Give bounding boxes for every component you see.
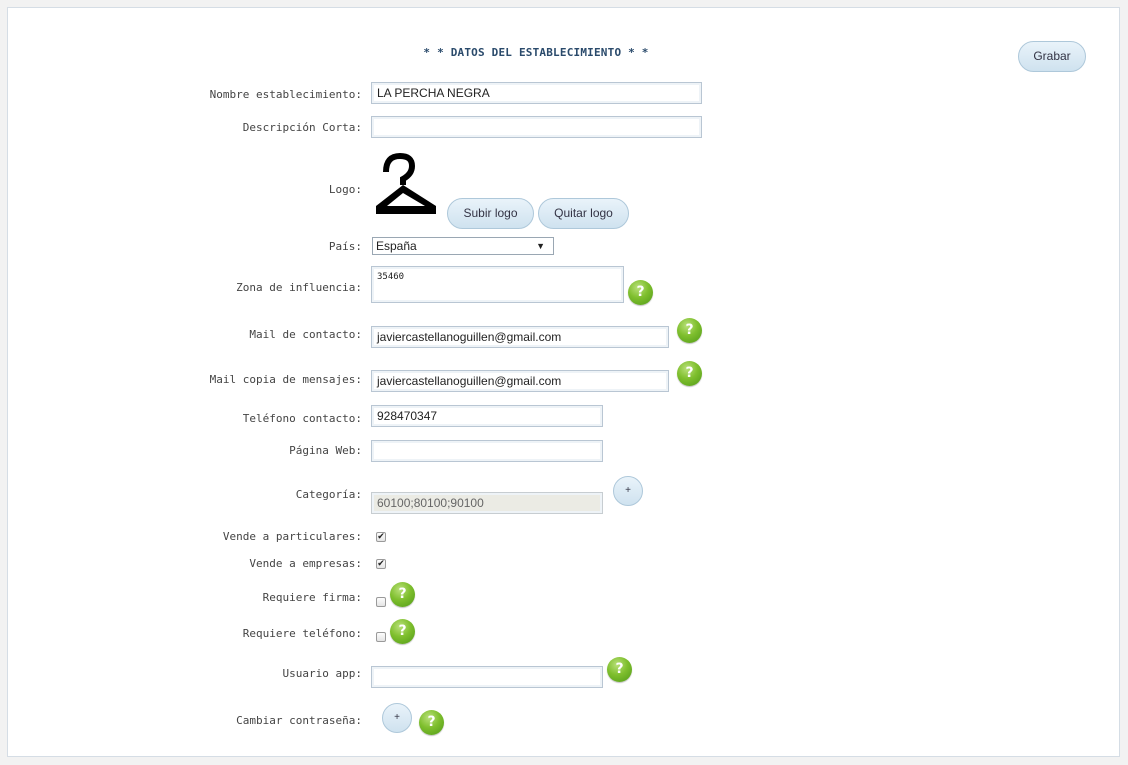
save-button[interactable]: Grabar: [1018, 41, 1086, 72]
phone-label: Teléfono contacto:: [242, 412, 362, 425]
help-icon[interactable]: ?: [419, 710, 444, 735]
influence-zone-textarea[interactable]: 35460: [371, 266, 624, 303]
help-icon[interactable]: ?: [607, 657, 632, 682]
help-icon[interactable]: ?: [677, 318, 702, 343]
add-category-button[interactable]: +: [613, 476, 643, 506]
influence-zone-label: Zona de influencia:: [236, 281, 362, 294]
sells-to-companies-checkbox[interactable]: ✔: [376, 559, 386, 569]
requires-phone-label: Requiere teléfono:: [242, 627, 362, 640]
name-label: Nombre establecimiento:: [209, 88, 362, 101]
country-label: País:: [328, 240, 362, 253]
copy-mail-input[interactable]: javiercastellanoguillen@gmail.com: [371, 370, 669, 392]
chevron-down-icon: ▼: [536, 241, 545, 251]
help-icon[interactable]: ?: [677, 361, 702, 386]
category-input: 60100;80100;90100: [371, 492, 603, 514]
upload-logo-button[interactable]: Subir logo: [447, 198, 534, 229]
help-icon[interactable]: ?: [390, 582, 415, 607]
phone-input[interactable]: 928470347: [371, 405, 603, 427]
requires-signature-label: Requiere firma:: [262, 591, 362, 604]
country-select[interactable]: España ▼: [372, 237, 554, 255]
sells-to-companies-label: Vende a empresas:: [249, 557, 362, 570]
category-label: Categoría:: [295, 488, 362, 501]
remove-logo-button[interactable]: Quitar logo: [538, 198, 629, 229]
website-input[interactable]: [371, 440, 603, 462]
app-user-label: Usuario app:: [282, 667, 362, 680]
sells-to-individuals-checkbox[interactable]: ✔: [376, 532, 386, 542]
requires-phone-checkbox[interactable]: [376, 632, 386, 642]
short-description-input[interactable]: [371, 116, 702, 138]
sells-to-individuals-label: Vende a particulares:: [222, 530, 362, 543]
change-password-label: Cambiar contraseña:: [236, 714, 362, 727]
name-input[interactable]: LA PERCHA NEGRA: [371, 82, 702, 104]
short-description-label: Descripción Corta:: [242, 121, 362, 134]
contact-mail-label: Mail de contacto:: [249, 328, 362, 341]
website-label: Página Web:: [289, 444, 362, 457]
form-title: * * DATOS DEL ESTABLECIMIENTO * *: [423, 46, 649, 59]
contact-mail-input[interactable]: javiercastellanoguillen@gmail.com: [371, 326, 669, 348]
help-icon[interactable]: ?: [390, 619, 415, 644]
help-icon[interactable]: ?: [628, 280, 653, 305]
country-selected-value: España: [376, 239, 417, 253]
requires-signature-checkbox[interactable]: [376, 597, 386, 607]
hanger-icon: [372, 152, 440, 218]
logo-label: Logo:: [328, 183, 362, 196]
change-password-button[interactable]: +: [382, 703, 412, 733]
app-user-input[interactable]: [371, 666, 603, 688]
copy-mail-label: Mail copia de mensajes:: [209, 373, 362, 386]
